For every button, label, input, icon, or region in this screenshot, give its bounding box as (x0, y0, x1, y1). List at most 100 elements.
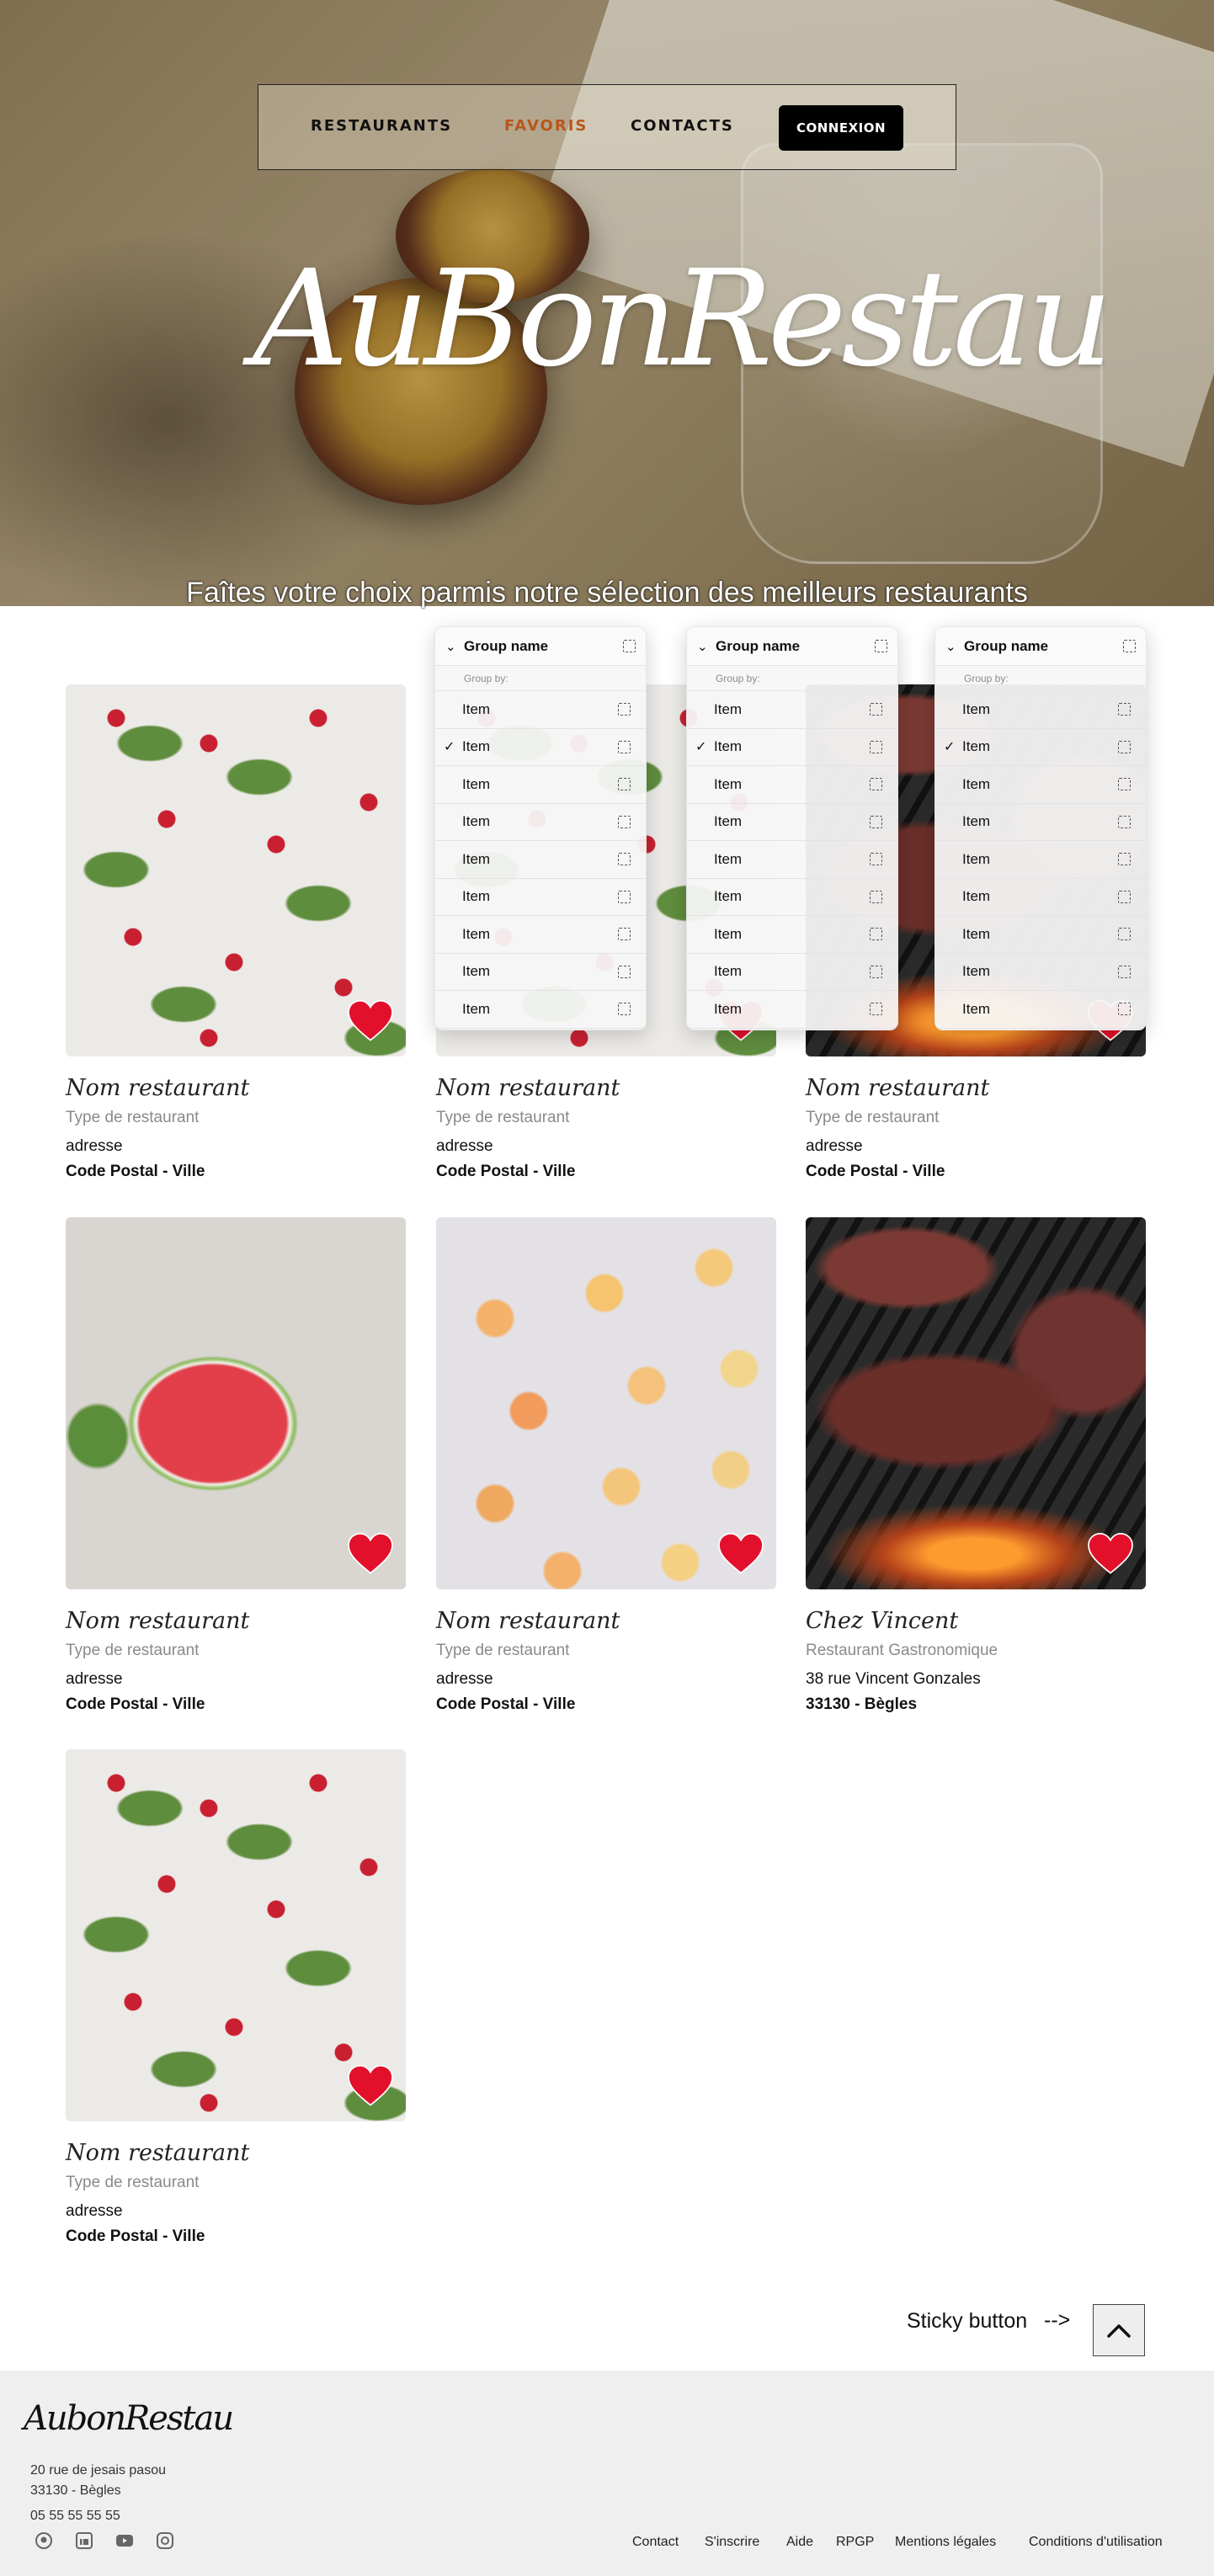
dropdown-header[interactable]: ⌄ Group name (935, 627, 1146, 666)
select-square-icon[interactable] (1118, 890, 1131, 903)
select-square-icon[interactable] (618, 853, 631, 866)
footer-logo[interactable]: AubonRestau (24, 2399, 234, 2438)
select-square-icon[interactable] (1123, 640, 1136, 652)
github-icon[interactable] (34, 2531, 54, 2551)
dropdown-item[interactable]: Item (935, 766, 1146, 804)
select-square-icon[interactable] (618, 815, 631, 828)
dropdown-item[interactable]: Item (935, 841, 1146, 879)
dropdown-item[interactable]: Item (435, 879, 646, 916)
dropdown-header[interactable]: ⌄ Group name (687, 627, 897, 666)
dropdown-item[interactable]: Item (687, 841, 897, 879)
group-dropdown[interactable]: ⌄ Group name Group by: Item ✓ Item Item I… (934, 626, 1147, 1030)
select-square-icon[interactable] (870, 740, 882, 753)
select-square-icon[interactable] (1118, 778, 1131, 791)
select-square-icon[interactable] (1118, 928, 1131, 941)
select-square-icon[interactable] (870, 703, 882, 716)
scroll-top-button[interactable] (1093, 2304, 1145, 2356)
restaurant-image[interactable] (66, 1749, 406, 2121)
select-square-icon[interactable] (623, 640, 636, 652)
restaurant-name[interactable]: Nom restaurant (806, 1073, 1146, 1104)
linkedin-icon[interactable] (74, 2531, 94, 2551)
select-square-icon[interactable] (618, 703, 631, 716)
youtube-icon[interactable] (114, 2531, 135, 2551)
dropdown-item[interactable]: Item (687, 991, 897, 1029)
restaurant-name[interactable]: Nom restaurant (66, 2138, 406, 2169)
restaurant-card[interactable]: Nom restaurant Type de restaurant adress… (66, 684, 406, 1183)
dropdown-item[interactable]: ✓ Item (687, 729, 897, 766)
restaurant-name[interactable]: Nom restaurant (436, 1073, 776, 1104)
group-dropdown[interactable]: ⌄ Group name Group by: Item ✓ Item Item I… (434, 626, 647, 1030)
select-square-icon[interactable] (870, 890, 882, 903)
select-square-icon[interactable] (1118, 703, 1131, 716)
select-square-icon[interactable] (870, 853, 882, 866)
select-square-icon[interactable] (1118, 740, 1131, 753)
dropdown-item[interactable]: Item (687, 954, 897, 991)
dropdown-header[interactable]: ⌄ Group name (435, 627, 646, 666)
restaurant-image[interactable] (66, 684, 406, 1056)
select-square-icon[interactable] (870, 815, 882, 828)
select-square-icon[interactable] (1118, 815, 1131, 828)
dropdown-item[interactable]: Item (435, 954, 646, 991)
favorite-heart-icon[interactable] (347, 999, 394, 1043)
select-square-icon[interactable] (618, 965, 631, 978)
dropdown-item[interactable]: Item (687, 691, 897, 729)
restaurant-card[interactable]: Nom restaurant Type de restaurant adress… (436, 1217, 776, 1716)
select-square-icon[interactable] (618, 778, 631, 791)
restaurant-name[interactable]: Nom restaurant (436, 1606, 776, 1637)
group-dropdown[interactable]: ⌄ Group name Group by: Item ✓ Item Item I… (686, 626, 898, 1030)
dropdown-item[interactable]: Item (435, 766, 646, 804)
restaurant-name[interactable]: Chez Vincent (806, 1606, 1146, 1637)
footer-link-signup[interactable]: S'inscrire (705, 2535, 759, 2550)
restaurant-name[interactable]: Nom restaurant (66, 1073, 406, 1104)
dropdown-item[interactable]: Item (935, 991, 1146, 1029)
restaurant-card[interactable]: Chez Vincent Restaurant Gastronomique 38… (806, 1217, 1146, 1716)
dropdown-item[interactable]: Item (435, 916, 646, 954)
favorite-heart-icon[interactable] (347, 1532, 394, 1576)
dropdown-item[interactable]: Item (435, 691, 646, 729)
favorite-heart-icon[interactable] (347, 2064, 394, 2108)
restaurant-name[interactable]: Nom restaurant (66, 1606, 406, 1637)
select-square-icon[interactable] (1118, 965, 1131, 978)
select-square-icon[interactable] (618, 740, 631, 753)
dropdown-item[interactable]: Item (435, 841, 646, 879)
select-square-icon[interactable] (618, 928, 631, 941)
dropdown-item[interactable]: Item (435, 991, 646, 1029)
login-button[interactable]: CONNEXION (779, 105, 903, 151)
restaurant-image[interactable] (436, 1217, 776, 1589)
favorite-heart-icon[interactable] (1087, 1532, 1134, 1576)
footer-link-legal[interactable]: Mentions légales (895, 2535, 996, 2550)
footer-link-terms[interactable]: Conditions d'utilisation (1029, 2535, 1163, 2550)
favorite-heart-icon[interactable] (717, 1532, 764, 1576)
nav-contacts[interactable]: CONTACTS (631, 117, 734, 135)
nav-favoris[interactable]: FAVORIS (504, 117, 588, 135)
dropdown-item[interactable]: ✓ Item (435, 729, 646, 766)
dropdown-item[interactable]: Item (935, 691, 1146, 729)
footer-link-help[interactable]: Aide (786, 2535, 813, 2550)
dropdown-item[interactable]: Item (935, 916, 1146, 954)
select-square-icon[interactable] (1118, 853, 1131, 866)
dropdown-item[interactable]: Item (687, 766, 897, 804)
dropdown-item[interactable]: Item (935, 804, 1146, 841)
restaurant-image[interactable] (806, 1217, 1146, 1589)
select-square-icon[interactable] (870, 928, 882, 941)
nav-restaurants[interactable]: RESTAURANTS (311, 117, 452, 135)
restaurant-card[interactable]: Nom restaurant Type de restaurant adress… (66, 1749, 406, 2248)
dropdown-item[interactable]: ✓ Item (935, 729, 1146, 766)
dropdown-item[interactable]: Item (687, 804, 897, 841)
dropdown-item[interactable]: Item (687, 879, 897, 916)
restaurant-card[interactable]: Nom restaurant Type de restaurant adress… (66, 1217, 406, 1716)
select-square-icon[interactable] (870, 1003, 882, 1016)
dropdown-item[interactable]: Item (935, 879, 1146, 916)
instagram-icon[interactable] (155, 2531, 175, 2551)
footer-link-contact[interactable]: Contact (632, 2535, 679, 2550)
dropdown-item[interactable]: Item (935, 954, 1146, 991)
select-square-icon[interactable] (870, 778, 882, 791)
footer-link-rpgp[interactable]: RPGP (836, 2535, 874, 2550)
select-square-icon[interactable] (875, 640, 887, 652)
dropdown-item[interactable]: Item (687, 916, 897, 954)
restaurant-image[interactable] (66, 1217, 406, 1589)
select-square-icon[interactable] (870, 965, 882, 978)
select-square-icon[interactable] (618, 1003, 631, 1016)
select-square-icon[interactable] (1118, 1003, 1131, 1016)
dropdown-item[interactable]: Item (435, 804, 646, 841)
